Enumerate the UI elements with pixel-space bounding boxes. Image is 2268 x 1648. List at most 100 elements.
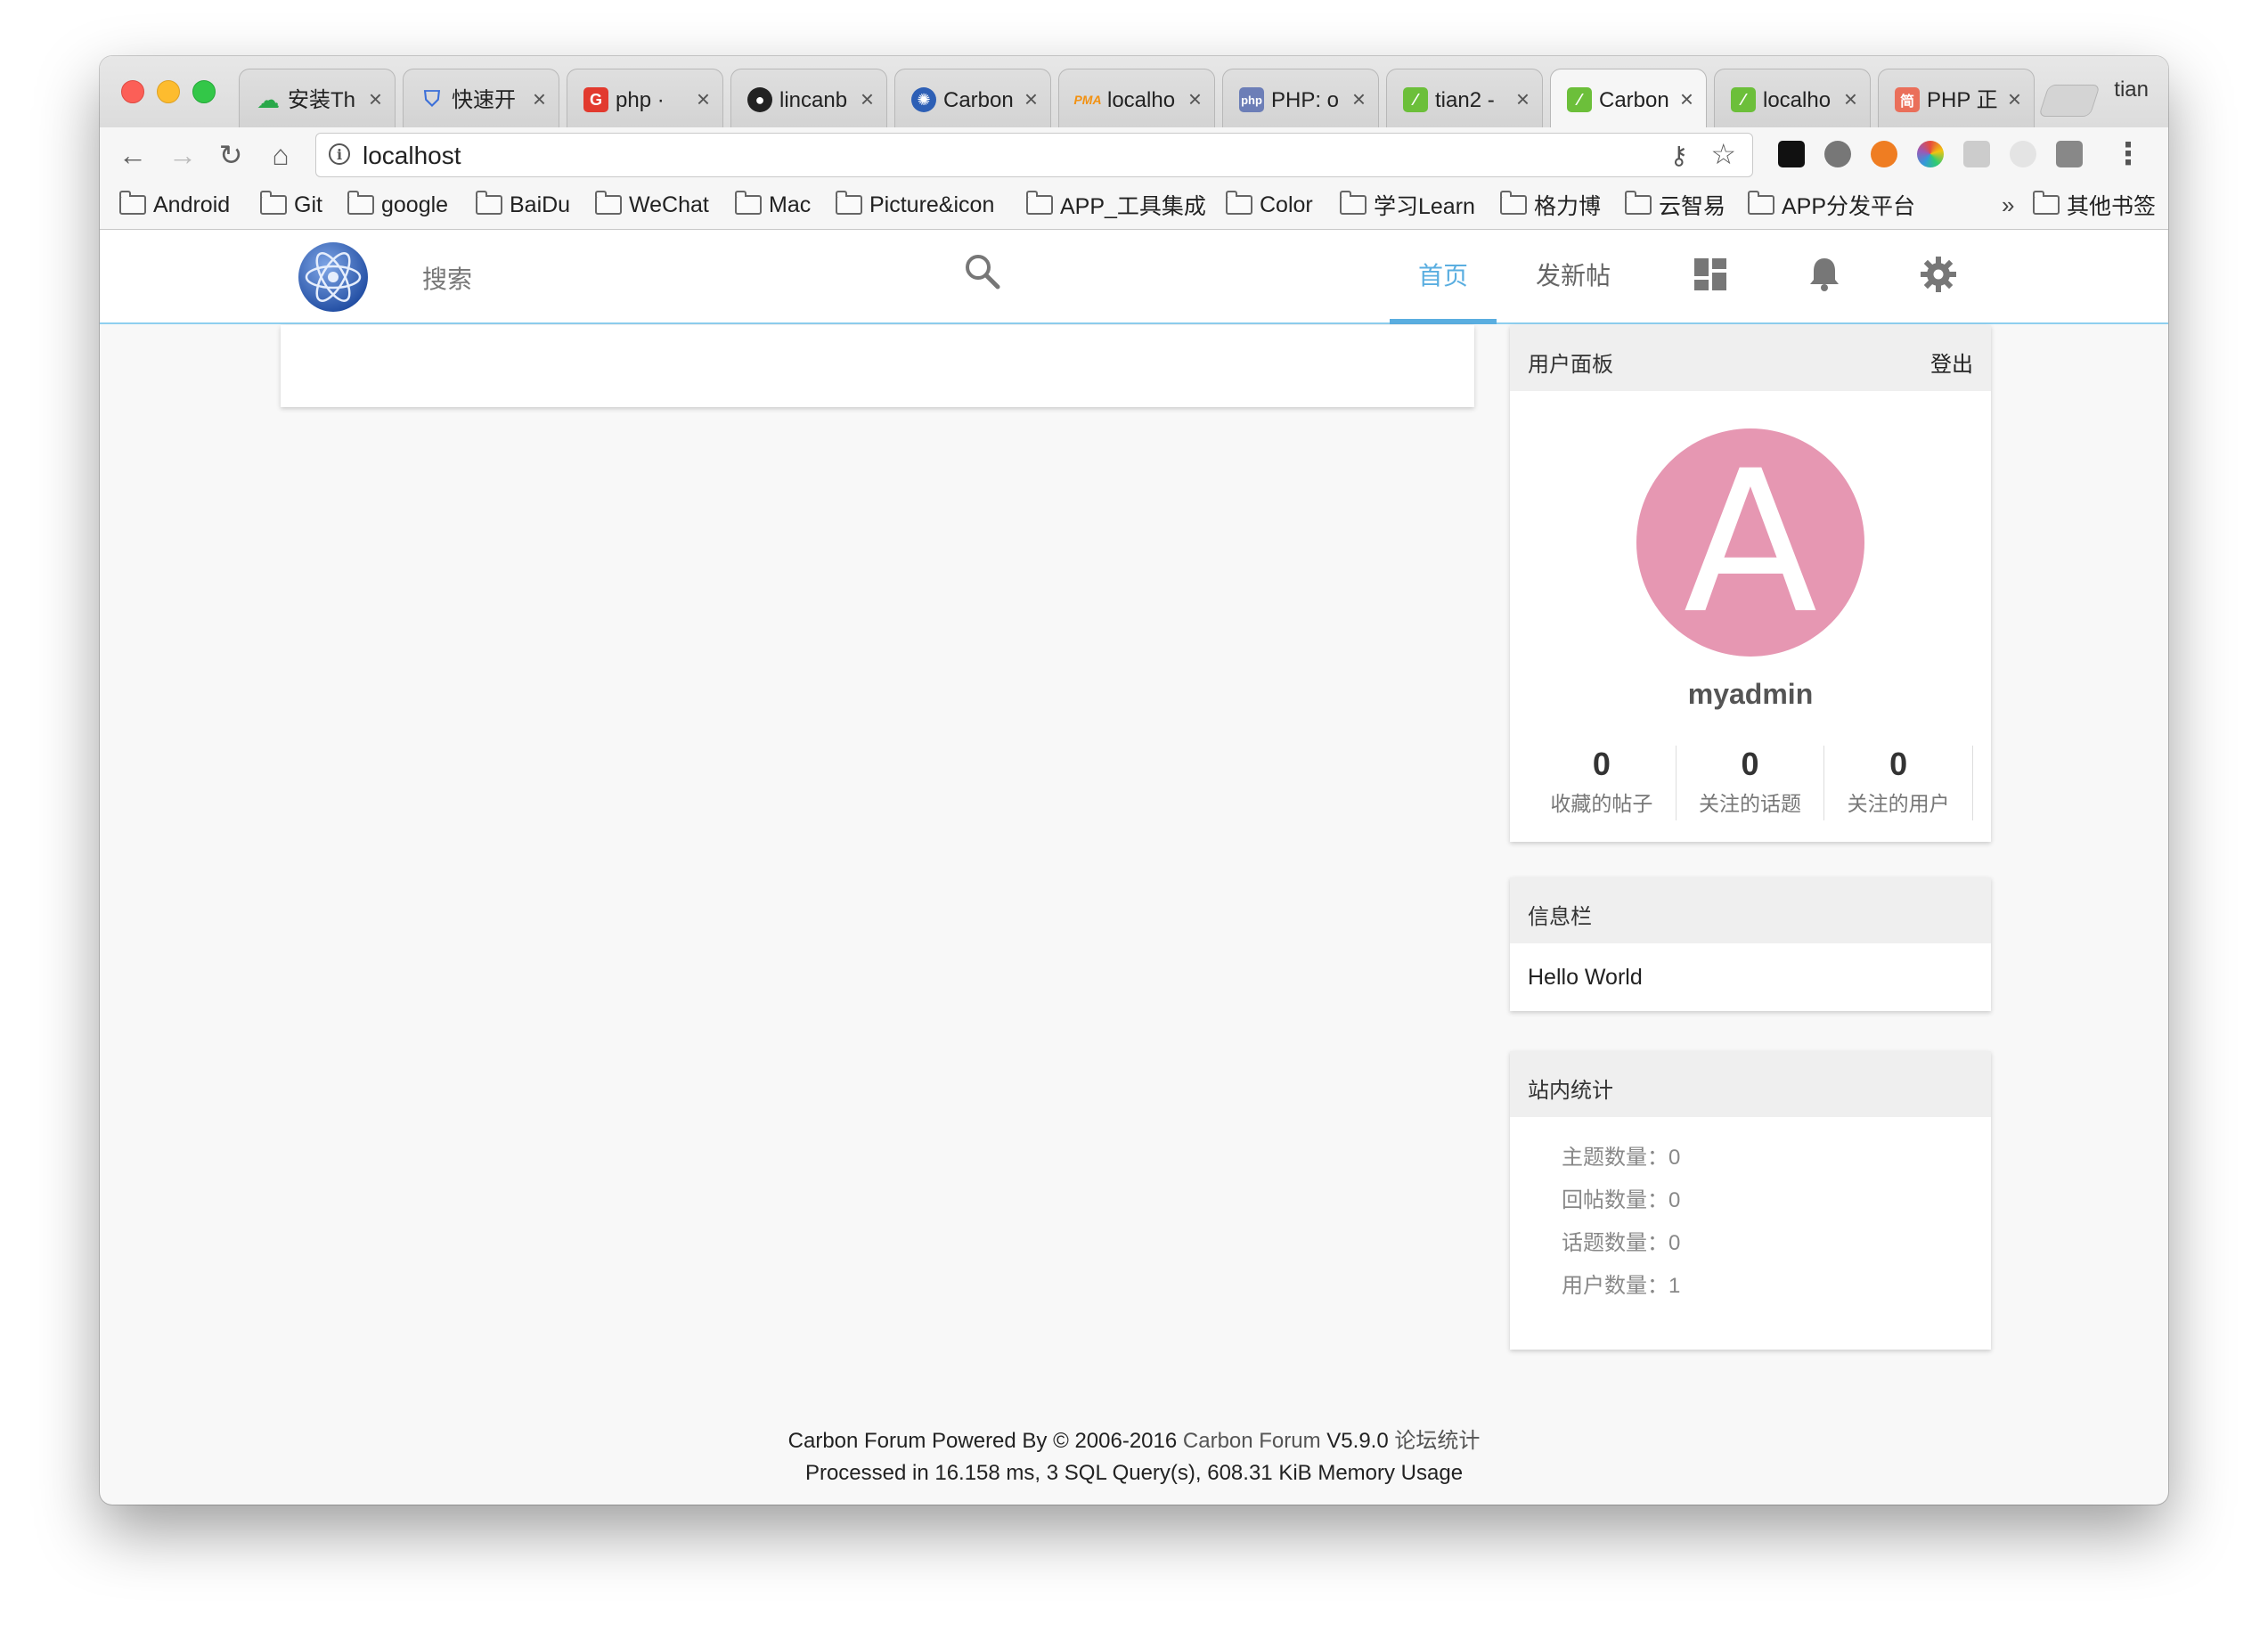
- close-icon[interactable]: ×: [1844, 86, 1857, 112]
- close-icon[interactable]: ×: [2008, 86, 2021, 112]
- extension-icon[interactable]: [2056, 141, 2083, 167]
- url-text[interactable]: localhost: [363, 142, 461, 170]
- bookmark-folder[interactable]: WeChat: [595, 191, 709, 218]
- forum-stats-link[interactable]: 论坛统计: [1394, 1429, 1480, 1453]
- minimize-window-button[interactable]: [157, 80, 180, 103]
- tab-title: lincanb: [779, 88, 848, 112]
- browser-tab[interactable]: ⁄ localho ×: [1714, 69, 1871, 127]
- bookmark-folder[interactable]: Git: [260, 191, 322, 218]
- close-icon[interactable]: ×: [1680, 86, 1693, 112]
- search-input[interactable]: 搜索: [422, 260, 472, 296]
- close-icon[interactable]: ×: [861, 86, 874, 112]
- panel-title: 信息栏: [1528, 905, 1592, 929]
- browser-tab[interactable]: ✺ Carbon ×: [894, 69, 1051, 127]
- stat-followed-topics[interactable]: 0 关注的话题: [1677, 746, 1825, 820]
- close-icon[interactable]: ×: [1516, 86, 1530, 112]
- folder-icon: [1340, 191, 1367, 215]
- bookmark-folder[interactable]: APP分发平台: [1748, 191, 1915, 219]
- shield-icon: ⛉: [424, 87, 440, 111]
- browser-tab[interactable]: G php · ×: [567, 69, 723, 127]
- bookmarks-overflow-icon[interactable]: »: [2002, 192, 2014, 219]
- bookmark-folder[interactable]: 格力博: [1500, 191, 1601, 219]
- topic-list-card: [281, 325, 1474, 407]
- close-window-button[interactable]: [121, 80, 144, 103]
- close-icon[interactable]: ×: [1024, 86, 1038, 112]
- info-icon[interactable]: i: [329, 143, 350, 165]
- home-icon[interactable]: ⌂: [264, 138, 298, 172]
- avatar[interactable]: A: [1636, 428, 1864, 657]
- more-menu-icon[interactable]: ⋮: [2113, 136, 2143, 172]
- address-bar[interactable]: i localhost ⚷ ☆: [315, 133, 1753, 177]
- close-icon[interactable]: ×: [1352, 86, 1366, 112]
- info-panel: 信息栏 Hello World: [1510, 877, 1991, 1011]
- carbon-logo-icon: ✺: [911, 87, 936, 112]
- php-icon: php: [1239, 87, 1264, 112]
- browser-tab[interactable]: 简 PHP 正 ×: [1878, 69, 2035, 127]
- active-indicator: [1390, 319, 1497, 324]
- tab-title: localho: [1763, 88, 1832, 112]
- stat-row-users: 用户数量：1: [1562, 1274, 1681, 1298]
- close-icon[interactable]: ×: [369, 86, 382, 112]
- tab-strip: ☁ 安装Th × ⛉ 快速开 × G php · × ● lincanb × ✺…: [100, 56, 2168, 128]
- bell-icon[interactable]: [1805, 255, 1844, 294]
- logout-link[interactable]: 登出: [1930, 347, 1973, 378]
- nav-new-post[interactable]: 发新帖: [1536, 257, 1611, 292]
- extension-icon[interactable]: [2010, 141, 2036, 167]
- new-tab-button[interactable]: [2038, 85, 2101, 117]
- carbon-logo-icon[interactable]: [298, 241, 369, 313]
- user-panel-header: 用户面板 登出: [1510, 325, 1991, 391]
- site-stats-header: 站内统计: [1510, 1051, 1991, 1117]
- reload-icon[interactable]: ↻: [214, 138, 248, 172]
- leaf-icon: ⁄: [1403, 87, 1428, 112]
- forward-arrow-icon[interactable]: →: [166, 138, 200, 172]
- gear-extension-icon[interactable]: [1824, 141, 1851, 167]
- footer: Carbon Forum Powered By © 2006-2016 Carb…: [100, 1425, 2168, 1489]
- leaf-icon: ⁄: [1731, 87, 1756, 112]
- bookmark-folder[interactable]: 云智易: [1625, 191, 1725, 219]
- close-icon[interactable]: ×: [697, 86, 710, 112]
- info-panel-header: 信息栏: [1510, 877, 1991, 943]
- bookmark-folder[interactable]: BaiDu: [476, 191, 570, 218]
- key-icon[interactable]: ⚷: [1669, 141, 1688, 170]
- folder-icon: [1748, 191, 1774, 215]
- folder-icon: [260, 191, 287, 215]
- folder-icon: [836, 191, 862, 215]
- browser-tab[interactable]: ⛉ 快速开 ×: [403, 69, 559, 127]
- bookmark-folder[interactable]: Picture&icon: [836, 191, 994, 218]
- site-header: 搜索 首页 发新帖: [100, 230, 2168, 324]
- close-icon[interactable]: ×: [1188, 86, 1202, 112]
- extension-icon[interactable]: [1871, 141, 1897, 167]
- bookmark-folder[interactable]: Mac: [735, 191, 811, 218]
- cloud-icon: ☁: [257, 86, 280, 113]
- profile-name[interactable]: tian: [2114, 78, 2149, 102]
- nav-home[interactable]: 首页: [1390, 230, 1497, 324]
- stat-favorite-posts[interactable]: 0 收藏的帖子: [1528, 746, 1677, 820]
- back-arrow-icon[interactable]: ←: [116, 138, 150, 172]
- browser-tab-active[interactable]: ⁄ Carbon ×: [1550, 69, 1707, 128]
- browser-tab[interactable]: php PHP: o ×: [1222, 69, 1379, 127]
- bookmark-folder[interactable]: Color: [1226, 191, 1313, 218]
- carbon-forum-link[interactable]: Carbon Forum: [1183, 1429, 1321, 1453]
- bookmark-star-icon[interactable]: ☆: [1710, 137, 1736, 171]
- maximize-window-button[interactable]: [192, 80, 216, 103]
- stat-followed-users[interactable]: 0 关注的用户: [1824, 746, 1974, 820]
- dashboard-icon[interactable]: [1691, 255, 1730, 294]
- close-icon[interactable]: ×: [533, 86, 546, 112]
- browser-tab[interactable]: ● lincanb ×: [730, 69, 887, 127]
- browser-tab[interactable]: PMA localho ×: [1058, 69, 1215, 127]
- username[interactable]: myadmin: [1510, 678, 1991, 711]
- browser-tab[interactable]: ⁄ tian2 - ×: [1386, 69, 1543, 127]
- jetbrains-extension-icon[interactable]: [1778, 141, 1805, 167]
- bookmark-folder[interactable]: 学习Learn: [1340, 191, 1475, 219]
- browser-tab[interactable]: ☁ 安装Th ×: [239, 69, 396, 127]
- bookmark-folder[interactable]: APP_工具集成: [1026, 191, 1206, 219]
- search-icon[interactable]: [960, 249, 1005, 294]
- bookmark-folder[interactable]: Android: [119, 191, 230, 218]
- extension-icon[interactable]: [1963, 141, 1990, 167]
- folder-icon: [595, 191, 622, 215]
- gear-icon[interactable]: [1919, 255, 1958, 294]
- bookmark-folder[interactable]: google: [347, 191, 448, 218]
- other-bookmarks-folder[interactable]: 其他书签: [2033, 191, 2156, 219]
- photos-extension-icon[interactable]: [1917, 141, 1944, 167]
- folder-icon: [1625, 191, 1652, 215]
